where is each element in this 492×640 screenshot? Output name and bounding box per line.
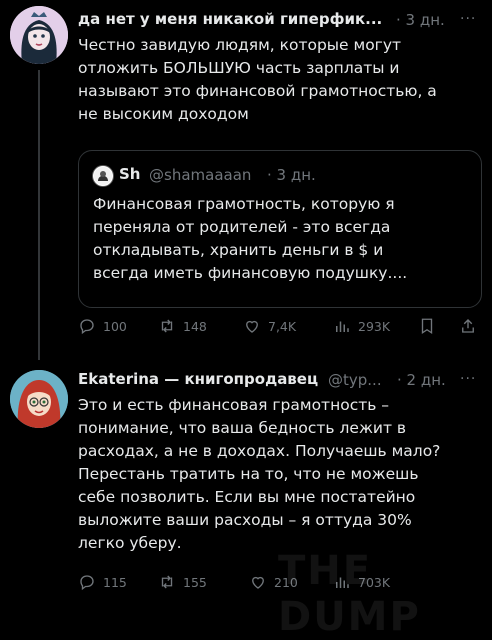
tweet-text: Честно завидую людям, которые могут отло… xyxy=(78,36,437,123)
reply-count: 115 xyxy=(103,574,127,590)
author-avatar[interactable] xyxy=(10,370,68,428)
watermark: THE DUMP xyxy=(278,548,421,640)
author-name[interactable]: Ekaterina — книгопродавец xyxy=(78,370,318,388)
views-count: 293K xyxy=(358,318,391,334)
views-icon xyxy=(336,321,349,332)
reply-icon xyxy=(80,319,94,335)
reply-action[interactable]: 100 xyxy=(78,317,127,335)
quoted-avatar-illustration xyxy=(94,167,112,185)
like-count: 7,4K xyxy=(268,318,297,334)
thread-line xyxy=(38,70,40,360)
quoted-author-handle: @shamaaaan xyxy=(149,166,252,184)
retweet-icon xyxy=(161,575,173,589)
reply-icon xyxy=(80,575,94,591)
heart-icon xyxy=(246,320,258,333)
retweet-icon xyxy=(161,319,173,333)
reply-count: 100 xyxy=(103,318,127,334)
author-avatar[interactable] xyxy=(10,6,68,64)
reply-action[interactable]: 115 xyxy=(78,573,127,591)
bookmark-icon xyxy=(421,318,433,335)
heart-icon xyxy=(252,576,264,589)
author-handle[interactable]: @typ... xyxy=(328,371,382,389)
tweet-time[interactable]: · 3 дн. xyxy=(396,11,445,29)
share-action[interactable] xyxy=(459,317,477,335)
avatar-illustration xyxy=(10,6,68,64)
views-action[interactable]: 293K xyxy=(333,317,390,335)
author-name[interactable]: да нет у меня никакой гиперфик... xyxy=(78,10,382,28)
bookmark-action[interactable] xyxy=(418,317,436,335)
more-options-button[interactable]: ··· xyxy=(460,371,476,387)
tweet-time[interactable]: · 2 дн. xyxy=(397,371,446,389)
quoted-tweet-card[interactable]: Sh @shamaaaan · 3 дн. Финансовая грамотн… xyxy=(78,150,482,308)
quoted-author-name: Sh xyxy=(119,165,141,183)
retweet-count: 155 xyxy=(183,574,207,590)
quoted-tweet-text: Финансовая грамотность, которую я переня… xyxy=(93,195,408,282)
quoted-author-avatar xyxy=(92,165,114,187)
like-action[interactable]: 7,4K xyxy=(243,317,296,335)
more-options-button[interactable]: ··· xyxy=(460,11,476,27)
retweet-action[interactable]: 148 xyxy=(158,317,207,335)
tweet-text: Это и есть финансовая грамотность – пони… xyxy=(78,396,441,552)
quoted-tweet-time: · 3 дн. xyxy=(267,166,316,184)
retweet-count: 148 xyxy=(183,318,207,334)
avatar-illustration xyxy=(10,370,68,428)
retweet-action[interactable]: 155 xyxy=(158,573,207,591)
share-icon xyxy=(462,319,474,333)
